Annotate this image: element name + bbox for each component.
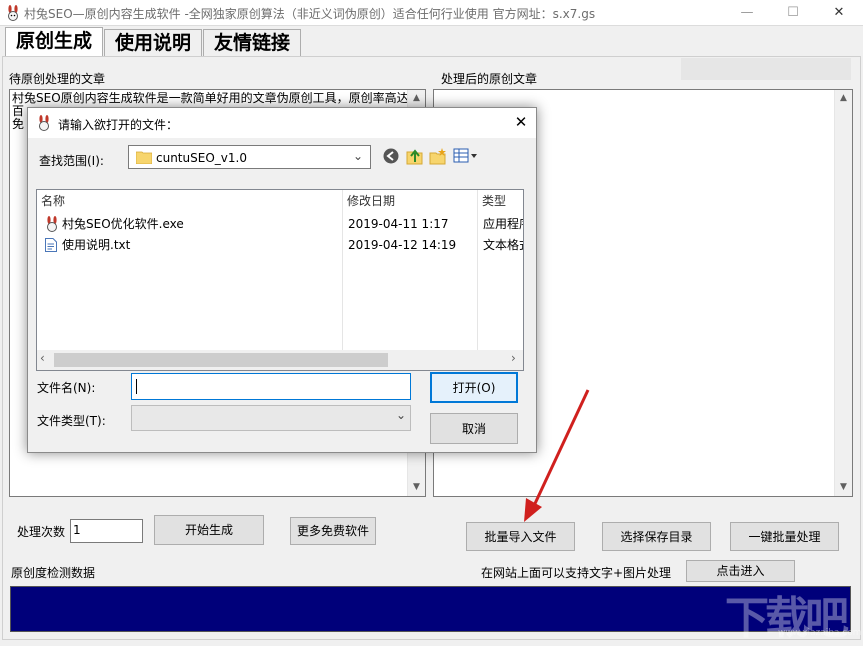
column-header-type[interactable]: 类型	[478, 190, 524, 212]
view-menu-icon[interactable]	[453, 148, 477, 164]
filename-label: 文件名(N):	[37, 379, 95, 396]
folder-icon	[136, 150, 152, 164]
look-in-label: 查找范围(I):	[39, 152, 104, 169]
file-date: 2019-04-11 1:17	[348, 214, 449, 234]
file-type: 文本格式	[483, 235, 523, 255]
result-article-scrollbar[interactable]: ▲ ▼	[834, 90, 852, 496]
rabbit-app-icon	[6, 5, 20, 21]
column-header-date[interactable]: 修改日期	[343, 190, 477, 212]
tab-instructions[interactable]: 使用说明	[104, 29, 202, 56]
scroll-down-icon[interactable]: ▼	[408, 479, 425, 496]
dialog-close-icon[interactable]: ✕	[512, 113, 530, 133]
status-box	[681, 58, 851, 80]
file-date: 2019-04-12 14:19	[348, 235, 456, 255]
source-article-text-line3: 免	[12, 118, 24, 131]
scroll-up-icon[interactable]: ▲	[835, 90, 852, 107]
close-button[interactable]: ✕	[816, 0, 862, 26]
window-title: 村兔SEO—原创内容生成软件 -全网独家原创算法（非近义词伪原创）适合任何行业使…	[24, 5, 595, 22]
process-count-label: 处理次数	[17, 523, 65, 540]
file-row[interactable]: 村兔SEO优化软件.exe 2019-04-11 1:17 应用程序	[37, 214, 523, 234]
minimize-button[interactable]: —	[724, 0, 770, 26]
text-cursor	[136, 379, 137, 394]
file-name: 使用说明.txt	[62, 235, 130, 255]
dialog-title-bar: 请输入欲打开的文件： ✕	[28, 108, 536, 138]
back-icon[interactable]	[383, 148, 399, 164]
file-type: 应用程序	[483, 214, 523, 234]
file-list-hscrollbar[interactable]: ‹ ›	[37, 350, 523, 370]
cancel-button[interactable]: 取消	[430, 413, 518, 444]
chevron-down-icon[interactable]: ⌄	[396, 408, 406, 422]
tab-original-generate[interactable]: 原创生成	[5, 27, 103, 57]
open-file-dialog: 请输入欲打开的文件： ✕ 查找范围(I): cuntuSEO_v1.0 ⌄ ^ …	[27, 107, 537, 453]
scroll-right-icon[interactable]: ›	[511, 351, 516, 365]
new-folder-icon[interactable]	[429, 147, 447, 165]
originality-data-label: 原创度检测数据	[11, 564, 95, 581]
file-name: 村兔SEO优化软件.exe	[62, 214, 184, 234]
title-bar: 村兔SEO—原创内容生成软件 -全网独家原创算法（非近义词伪原创）适合任何行业使…	[0, 0, 863, 26]
text-file-icon	[45, 238, 57, 252]
maximize-button[interactable]: ☐	[770, 0, 816, 26]
rabbit-app-icon	[37, 115, 51, 131]
filetype-combo[interactable]: ⌄	[131, 405, 411, 431]
exe-icon	[45, 216, 59, 232]
scroll-down-icon[interactable]: ▼	[835, 479, 852, 496]
batch-process-button[interactable]: 一键批量处理	[730, 522, 839, 551]
choose-save-dir-button[interactable]: 选择保存目录	[602, 522, 711, 551]
file-row[interactable]: 使用说明.txt 2019-04-12 14:19 文本格式	[37, 235, 523, 255]
up-folder-icon[interactable]	[406, 147, 424, 165]
source-article-label: 待原创处理的文章	[9, 70, 105, 87]
tab-friend-links[interactable]: 友情链接	[203, 29, 301, 56]
file-list[interactable]: ^ 名称 修改日期 类型 村兔SEO优化软件.exe 2019-04-11 1:…	[36, 189, 524, 371]
dialog-title: 请输入欲打开的文件：	[58, 116, 178, 133]
scroll-left-icon[interactable]: ‹	[40, 351, 45, 365]
click-enter-button[interactable]: 点击进入	[686, 560, 795, 582]
scroll-thumb[interactable]	[54, 353, 388, 367]
look-in-value: cuntuSEO_v1.0	[156, 151, 247, 165]
result-article-label: 处理后的原创文章	[441, 70, 537, 87]
open-button[interactable]: 打开(O)	[430, 372, 518, 403]
filename-input[interactable]	[131, 373, 411, 400]
scroll-up-icon[interactable]: ▲	[408, 90, 425, 107]
filetype-label: 文件类型(T):	[37, 412, 106, 429]
site-support-text: 在网站上面可以支持文字+图片处理	[481, 564, 671, 581]
look-in-combo[interactable]: cuntuSEO_v1.0 ⌄	[128, 145, 371, 169]
column-header-name[interactable]: 名称	[37, 190, 342, 212]
process-count-input[interactable]: 1	[70, 519, 143, 543]
more-free-software-button[interactable]: 更多免费软件	[290, 517, 376, 545]
watermark-url: www.xiazaiba.com	[778, 628, 862, 638]
source-article-text: 村兔SEO原创内容生成软件是一款简单好用的文章伪原创工具，原创率高达百分	[12, 92, 408, 105]
chevron-down-icon[interactable]: ⌄	[353, 149, 363, 163]
start-generate-button[interactable]: 开始生成	[154, 515, 264, 545]
